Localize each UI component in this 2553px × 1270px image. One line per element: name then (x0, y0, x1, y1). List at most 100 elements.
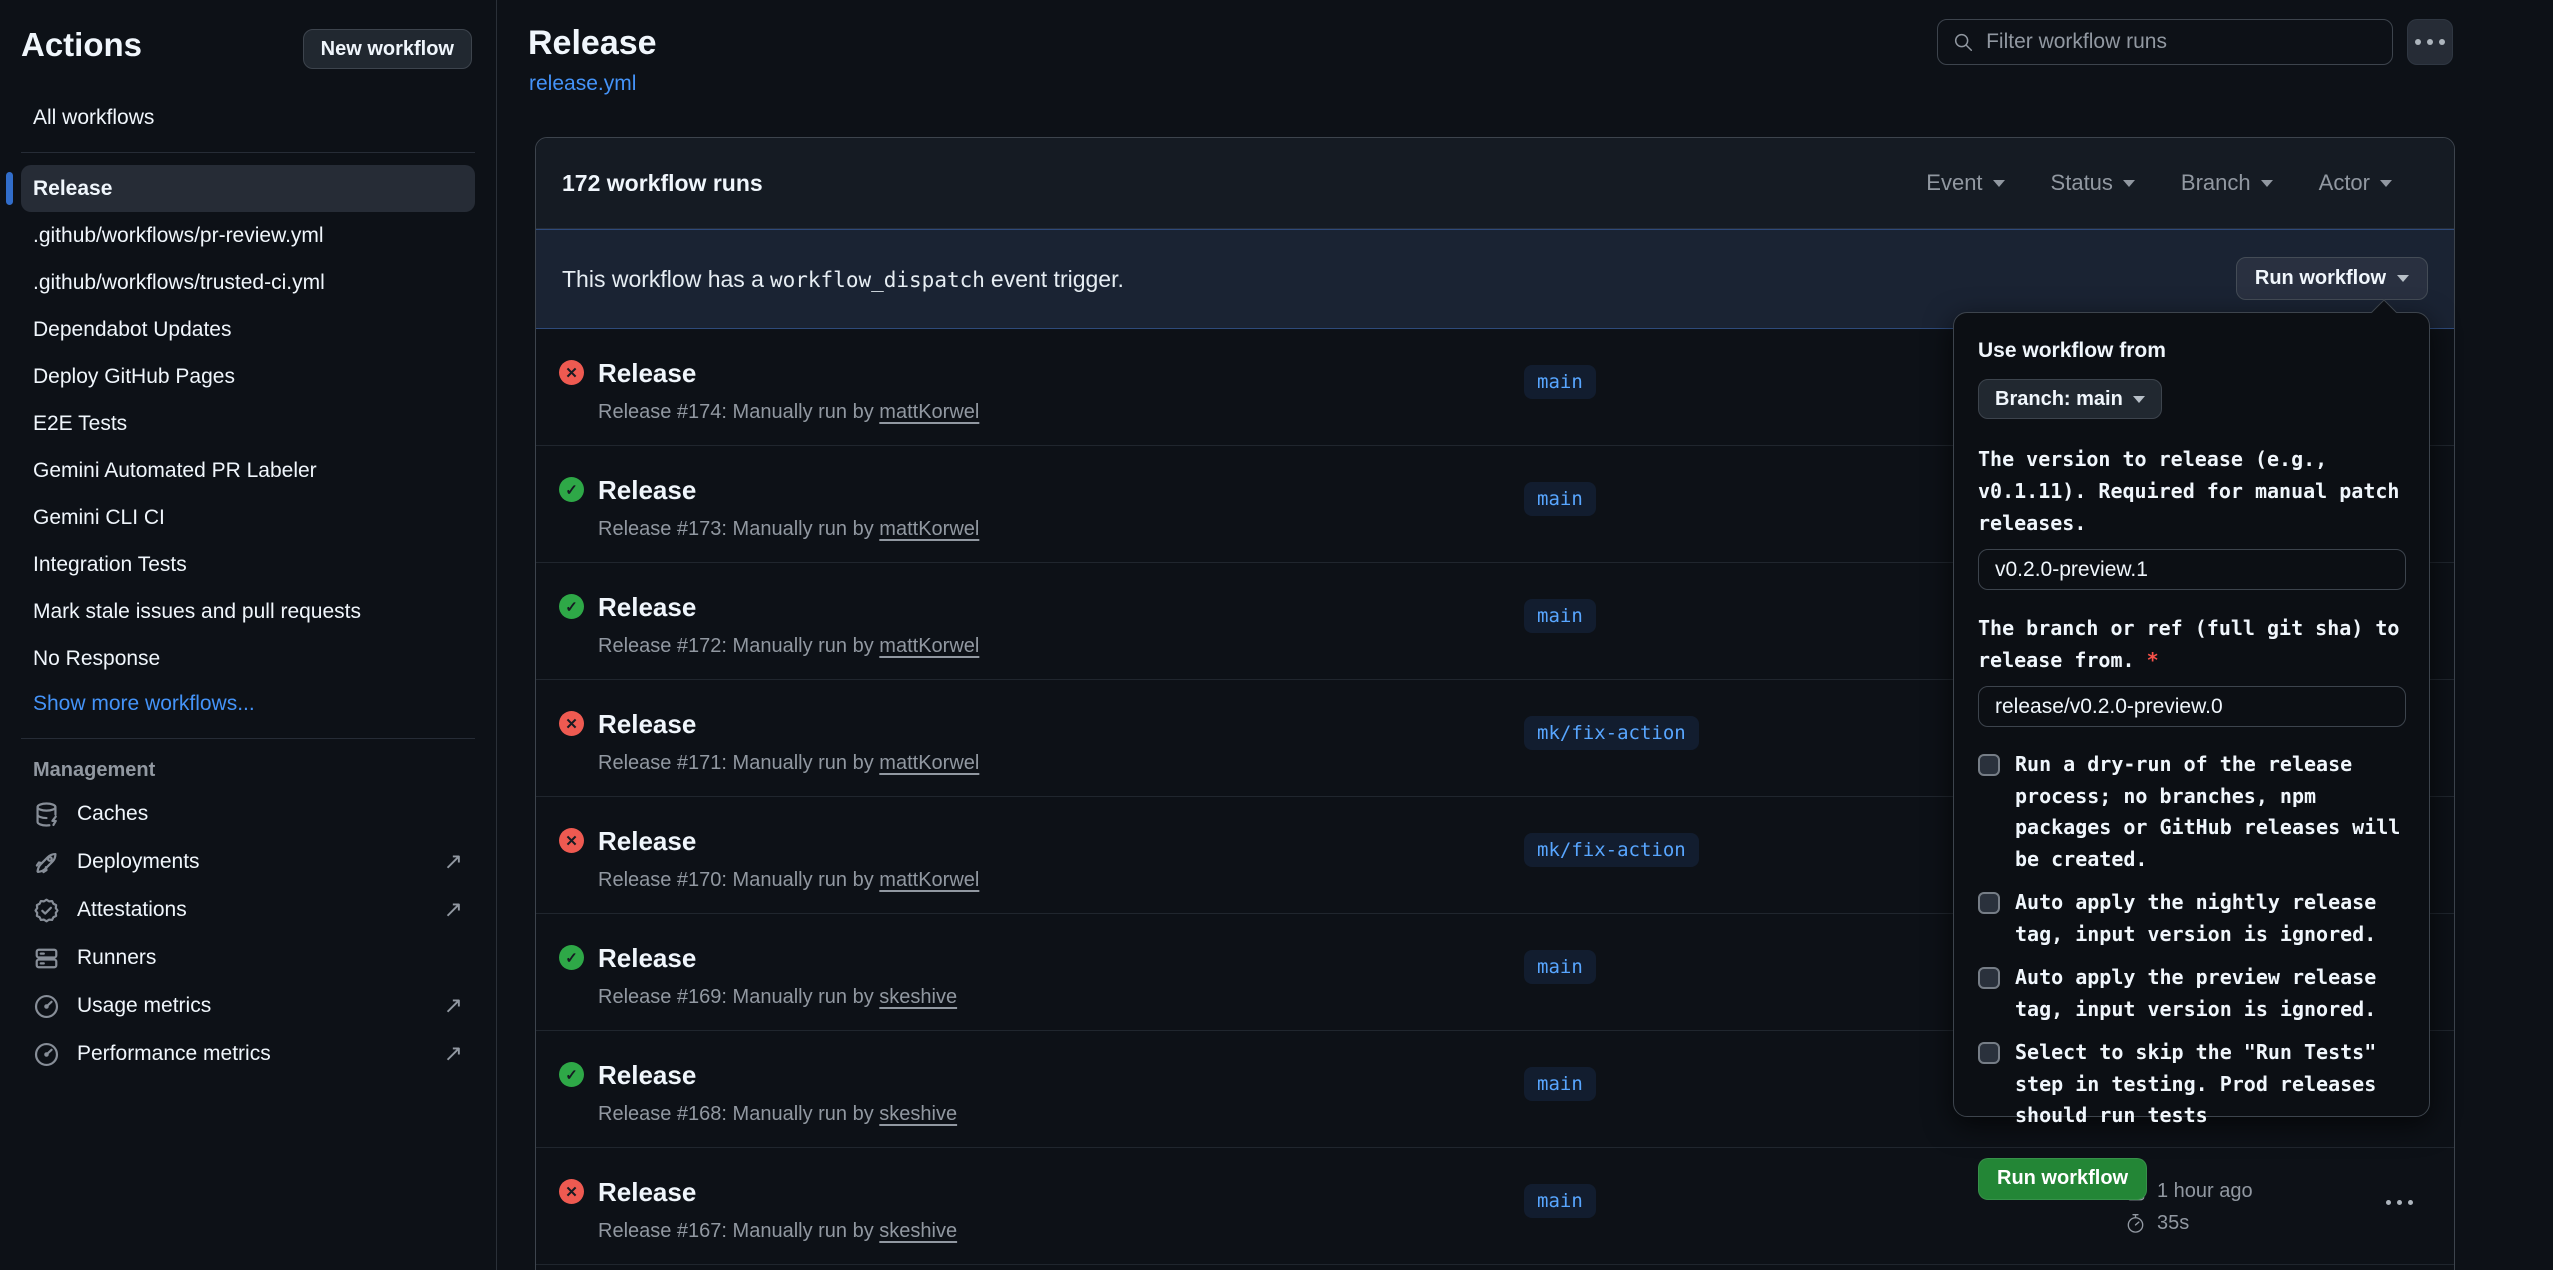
branch-badge[interactable]: main (1524, 1067, 1596, 1101)
meter-icon (33, 993, 60, 1020)
actor-link[interactable]: mattKorwel (879, 401, 979, 423)
management-item-usage-metrics[interactable]: Usage metrics ↗ (21, 982, 475, 1030)
run-workflow-dropdown-button[interactable]: Run workflow (2236, 257, 2428, 300)
search-icon (1952, 30, 1974, 54)
branch-badge[interactable]: main (1524, 482, 1596, 516)
sidebar-item--github-workflows-pr-review-yml[interactable]: .github/workflows/pr-review.yml (21, 212, 475, 259)
actor-link[interactable]: mattKorwel (879, 752, 979, 774)
run-title[interactable]: Release (598, 826, 696, 857)
sidebar-divider (21, 738, 475, 739)
failure-status-icon: ✕ (559, 711, 584, 736)
page-title: Release (528, 24, 657, 63)
selected-indicator-bar (6, 172, 13, 205)
required-asterisk: * (2147, 648, 2159, 672)
sidebar-item-e2e-tests[interactable]: E2E Tests (21, 400, 475, 447)
failure-status-icon: ✕ (559, 360, 584, 385)
branch-badge[interactable]: main (1524, 599, 1596, 633)
popover-checkbox-row: Select to skip the "Run Tests" step in t… (1978, 1037, 2405, 1132)
chevron-down-icon (2397, 275, 2409, 282)
branch-badge[interactable]: main (1524, 1184, 1596, 1218)
checkbox[interactable] (1978, 892, 2000, 914)
chevron-down-icon (2380, 180, 2392, 187)
workflow-file-link[interactable]: release.yml (529, 72, 636, 96)
branch-badge[interactable]: mk/fix-action (1524, 833, 1699, 867)
management-item-caches[interactable]: Caches (21, 790, 475, 838)
sidebar-item-gemini-automated-pr-labeler[interactable]: Gemini Automated PR Labeler (21, 447, 475, 494)
failure-status-icon: ✕ (559, 828, 584, 853)
runs-filter-event[interactable]: Event (1926, 170, 2004, 196)
runs-filter-actor[interactable]: Actor (2319, 170, 2392, 196)
checkbox[interactable] (1978, 1042, 2000, 1064)
run-title[interactable]: Release (598, 1177, 696, 1208)
sidebar-item-mark-stale-issues-and-pull-requests[interactable]: Mark stale issues and pull requests (21, 588, 475, 635)
runs-filter-status[interactable]: Status (2051, 170, 2135, 196)
sidebar-item-all-workflows[interactable]: All workflows (21, 96, 475, 140)
runs-filter-bar: Event Status Branch Actor (1926, 170, 2392, 196)
popover-checkbox-row: Auto apply the nightly release tag, inpu… (1978, 887, 2405, 950)
stopwatch-icon (2124, 1212, 2147, 1235)
chevron-down-icon (1993, 180, 2005, 187)
meter-icon (33, 1041, 60, 1068)
actor-link[interactable]: skeshive (879, 1220, 957, 1242)
popover-checkbox-row: Auto apply the preview release tag, inpu… (1978, 962, 2405, 1025)
runs-panel-header: 172 workflow runs Event Status Branch Ac… (536, 138, 2454, 229)
management-item-deployments[interactable]: Deployments ↗ (21, 838, 475, 886)
actor-link[interactable]: skeshive (879, 986, 957, 1008)
actor-link[interactable]: mattKorwel (879, 869, 979, 891)
workflow-options-kebab-button[interactable] (2407, 19, 2453, 65)
management-item-performance-metrics[interactable]: Performance metrics ↗ (21, 1030, 475, 1078)
checkbox[interactable] (1978, 967, 2000, 989)
external-link-arrow-icon: ↗ (444, 849, 463, 875)
run-title[interactable]: Release (598, 358, 696, 389)
branch-badge[interactable]: main (1524, 365, 1596, 399)
actor-link[interactable]: mattKorwel (879, 518, 979, 540)
sidebar-item-dependabot-updates[interactable]: Dependabot Updates (21, 306, 475, 353)
filter-workflow-runs-input[interactable] (1986, 30, 2378, 54)
popover-title: Use workflow from (1978, 339, 2405, 363)
ref-input-label: The branch or ref (full git sha) to rele… (1978, 612, 2405, 676)
chevron-down-icon (2133, 396, 2145, 403)
checkbox-label: Auto apply the nightly release tag, inpu… (2015, 887, 2405, 950)
database-icon (33, 801, 60, 828)
branch-badge[interactable]: main (1524, 950, 1596, 984)
checkbox[interactable] (1978, 754, 2000, 776)
show-more-workflows-link[interactable]: Show more workflows... (21, 682, 475, 726)
ref-input[interactable] (1978, 686, 2406, 727)
external-link-arrow-icon: ↗ (444, 993, 463, 1019)
new-workflow-button[interactable]: New workflow (303, 29, 472, 69)
success-status-icon: ✓ (559, 594, 584, 619)
main-content: Release release.yml 172 workflow runs Ev… (498, 0, 2553, 1270)
sidebar-item-no-response[interactable]: No Response (21, 635, 475, 682)
success-status-icon: ✓ (559, 1062, 584, 1087)
run-title[interactable]: Release (598, 475, 696, 506)
management-item-runners[interactable]: Runners (21, 934, 475, 982)
actions-sidebar: Actions New workflow All workflows Relea… (0, 0, 497, 1270)
actor-link[interactable]: skeshive (879, 1103, 957, 1125)
actor-link[interactable]: mattKorwel (879, 635, 979, 657)
version-input[interactable] (1978, 549, 2406, 590)
run-title[interactable]: Release (598, 709, 696, 740)
sidebar-item-integration-tests[interactable]: Integration Tests (21, 541, 475, 588)
sidebar-item-release[interactable]: Release (21, 165, 475, 212)
run-description: Release #171: Manually run by mattKorwel (598, 752, 979, 775)
popover-checkbox-row: Run a dry-run of the release process; no… (1978, 749, 2405, 875)
external-link-arrow-icon: ↗ (444, 1041, 463, 1067)
run-options-kebab-button[interactable] (2386, 1200, 2413, 1205)
run-workflow-submit-button[interactable]: Run workflow (1978, 1158, 2147, 1200)
runs-filter-branch[interactable]: Branch (2181, 170, 2273, 196)
chevron-down-icon (2123, 180, 2135, 187)
run-description: Release #173: Manually run by mattKorwel (598, 518, 979, 541)
branch-selector-button[interactable]: Branch: main (1978, 379, 2162, 419)
management-item-attestations[interactable]: Attestations ↗ (21, 886, 475, 934)
run-description: Release #170: Manually run by mattKorwel (598, 869, 979, 892)
run-title[interactable]: Release (598, 943, 696, 974)
checkbox-label: Run a dry-run of the release process; no… (2015, 749, 2405, 875)
sidebar-item--github-workflows-trusted-ci-yml[interactable]: .github/workflows/trusted-ci.yml (21, 259, 475, 306)
run-description: Release #168: Manually run by skeshive (598, 1103, 957, 1126)
run-title[interactable]: Release (598, 1060, 696, 1091)
sidebar-item-deploy-github-pages[interactable]: Deploy GitHub Pages (21, 353, 475, 400)
sidebar-item-gemini-cli-ci[interactable]: Gemini CLI CI (21, 494, 475, 541)
branch-badge[interactable]: mk/fix-action (1524, 716, 1699, 750)
run-description: Release #172: Manually run by mattKorwel (598, 635, 979, 658)
run-title[interactable]: Release (598, 592, 696, 623)
